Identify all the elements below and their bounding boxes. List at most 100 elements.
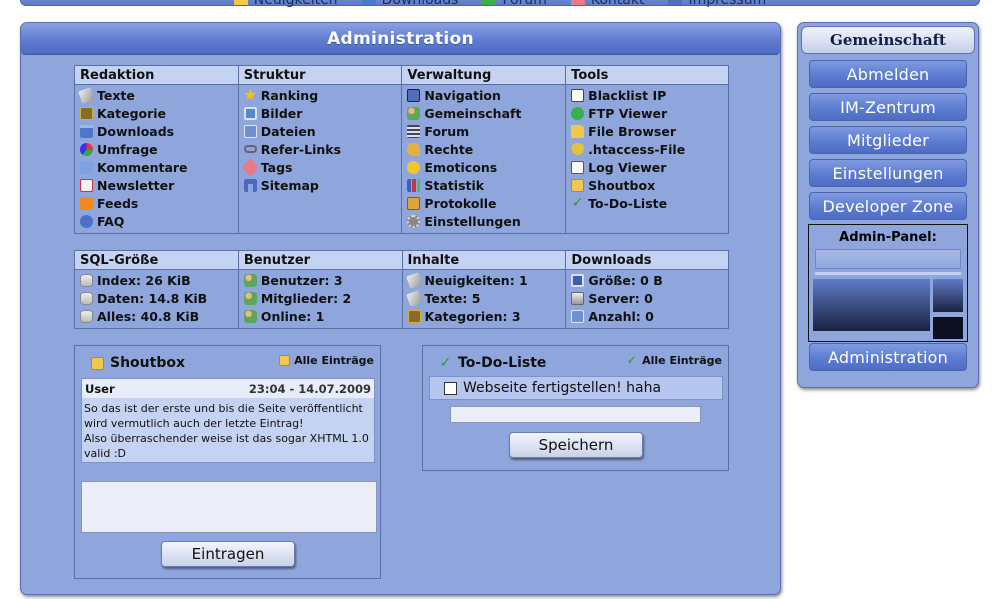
nav-item-news[interactable]: Neuigkeiten xyxy=(233,0,338,8)
menu-link-einstellungen[interactable]: Einstellungen xyxy=(407,212,560,230)
mitglieder-button[interactable]: Mitglieder xyxy=(809,126,967,154)
menu-link-bilder[interactable]: Bilder xyxy=(243,104,397,122)
menu-link-htaccess-file[interactable]: .htaccess-File xyxy=(571,140,723,158)
todo-all-entries-link[interactable]: ✓ Alle Einträge xyxy=(625,353,722,368)
pencil-icon xyxy=(78,86,95,104)
nav-item-downloads[interactable]: Downloads xyxy=(361,0,458,8)
users-icon xyxy=(243,291,257,305)
info-icon xyxy=(80,214,93,228)
downloads-column: Größe: 0 B Server: 0 Anzahl: 0 xyxy=(565,269,729,329)
log-icon xyxy=(571,160,585,174)
menu-link-ranking[interactable]: Ranking xyxy=(243,86,397,104)
forum-icon xyxy=(407,124,421,138)
newsletter-icon xyxy=(80,178,93,192)
menu-link-kommentare[interactable]: Kommentare xyxy=(80,158,233,176)
speichern-button[interactable]: Speichern xyxy=(509,432,643,458)
im-zentrum-button[interactable]: IM-Zentrum xyxy=(809,93,967,121)
menu-link-blacklist-ip[interactable]: Blacklist IP xyxy=(571,86,723,104)
shoutbox-all-entries-link[interactable]: Alle Einträge xyxy=(279,354,374,367)
verwaltung-column: Navigation Gemeinschaft Forum Rechte Emo… xyxy=(401,84,567,234)
preview-header-bar xyxy=(815,249,961,269)
globe-icon xyxy=(571,106,585,120)
entry-line: valid :D xyxy=(84,447,127,460)
entry-message: So das ist der erste und bis die Seite v… xyxy=(82,398,374,464)
menu-link-forum[interactable]: Forum xyxy=(407,122,560,140)
preview-footer-area xyxy=(933,317,963,339)
entry-author: User xyxy=(85,381,115,396)
todo-panel: ✓ To-Do-Liste ✓ Alle Einträge Webseite fer… xyxy=(422,345,729,471)
administration-panel: Administration Redaktion Struktur Verwal… xyxy=(20,22,781,595)
shield-icon xyxy=(571,142,585,156)
todo-item: Webseite fertigstellen! haha xyxy=(429,376,723,400)
todo-checkbox[interactable] xyxy=(444,381,457,395)
menu-link-shoutbox[interactable]: Shoutbox xyxy=(571,176,723,194)
developer-zone-button[interactable]: Developer Zone xyxy=(809,192,967,220)
floppy-disk-icon xyxy=(571,273,585,287)
impressum-icon xyxy=(668,0,683,5)
column-header-tools: Tools xyxy=(565,65,729,85)
image-icon xyxy=(243,106,257,120)
menu-link-faq[interactable]: FAQ xyxy=(80,212,233,230)
menu-link-protokolle[interactable]: Protokolle xyxy=(407,194,560,212)
menu-link-newsletter[interactable]: Newsletter xyxy=(80,176,233,194)
stat-texte: Texte: 5 xyxy=(405,289,561,307)
pencil-icon xyxy=(405,271,423,289)
menu-link-refer-links[interactable]: Refer-Links xyxy=(243,140,397,158)
admin-panel-preview[interactable]: Admin-Panel: xyxy=(808,224,968,342)
download-icon xyxy=(361,0,376,5)
database-icon xyxy=(80,309,93,323)
menu-link-gemeinschaft[interactable]: Gemeinschaft xyxy=(407,104,560,122)
gear-icon xyxy=(407,214,421,228)
folder-icon xyxy=(571,124,585,138)
files-icon xyxy=(243,124,257,138)
nav-item-forum[interactable]: Forum xyxy=(482,0,547,8)
menu-link-feeds[interactable]: Feeds xyxy=(80,194,233,212)
entry-line: wird vermutlich auch der letzte Eintrag! xyxy=(84,417,304,430)
checkmark-icon: ✓ xyxy=(626,353,637,367)
contact-icon xyxy=(570,0,585,5)
menu-link-rechte[interactable]: Rechte xyxy=(407,140,560,158)
menu-link-dateien[interactable]: Dateien xyxy=(243,122,397,140)
menu-link-emoticons[interactable]: Emoticons xyxy=(407,158,560,176)
todo-new-item-input[interactable] xyxy=(450,406,701,423)
entry-date: 23:04 - 14.07.2009 xyxy=(248,381,371,396)
menu-link-tags[interactable]: Tags xyxy=(241,157,397,177)
todo-title: ✓ To-Do-Liste xyxy=(439,354,547,371)
menu-link-log-viewer[interactable]: Log Viewer xyxy=(571,158,723,176)
link-icon xyxy=(243,145,257,153)
menu-link-ftp-viewer[interactable]: FTP Viewer xyxy=(571,104,723,122)
administration-button[interactable]: Administration xyxy=(809,343,967,371)
menu-link-texte[interactable]: Texte xyxy=(78,86,233,104)
users-icon xyxy=(407,106,421,120)
menu-link-navigation[interactable]: Navigation xyxy=(407,86,560,104)
files-icon xyxy=(571,309,585,323)
stat-online: Online: 1 xyxy=(243,307,397,325)
shoutbox-entry: User 23:04 - 14.07.2009 So das ist der e… xyxy=(81,378,375,463)
abmelden-button[interactable]: Abmelden xyxy=(809,60,967,88)
menu-link-umfrage[interactable]: Umfrage xyxy=(80,140,233,158)
menu-link-sitemap[interactable]: Sitemap xyxy=(243,176,397,194)
menu-link-downloads[interactable]: Downloads xyxy=(80,122,233,140)
shoutbox-panel: Shoutbox Alle Einträge User 23:04 - 14.0… xyxy=(74,345,381,579)
shoutbox-message-input[interactable] xyxy=(81,481,377,533)
stat-anzahl: Anzahl: 0 xyxy=(571,307,723,325)
entry-line: So das ist der erste und bis die Seite v… xyxy=(84,402,363,415)
column-header-downloads: Downloads xyxy=(565,250,729,270)
nav-item-impressum[interactable]: Impressum xyxy=(668,0,766,8)
forum-icon xyxy=(482,0,497,5)
menu-link-kategorie[interactable]: Kategorie xyxy=(80,104,233,122)
menu-link-file-browser[interactable]: File Browser xyxy=(571,122,723,140)
einstellungen-button[interactable]: Einstellungen xyxy=(809,159,967,187)
navigation-icon xyxy=(407,88,421,102)
preview-main-area xyxy=(813,279,930,331)
menu-link-to-do-liste[interactable]: ✓ To-Do-Liste xyxy=(571,194,723,212)
nav-item-contact[interactable]: Kontakt xyxy=(570,0,644,8)
entry-line: Also überraschender weise ist das sogar … xyxy=(84,432,369,445)
sql-size-column: Index: 26 KiB Daten: 14.8 KiB Alles: 40.… xyxy=(74,269,239,329)
eintragen-button[interactable]: Eintragen xyxy=(161,541,295,567)
stat-daten: Daten: 14.8 KiB xyxy=(80,289,233,307)
menu-link-statistik[interactable]: Statistik xyxy=(407,176,560,194)
server-icon xyxy=(571,291,585,305)
poll-icon xyxy=(80,142,93,156)
admin-panel-label: Admin-Panel: xyxy=(839,230,937,245)
